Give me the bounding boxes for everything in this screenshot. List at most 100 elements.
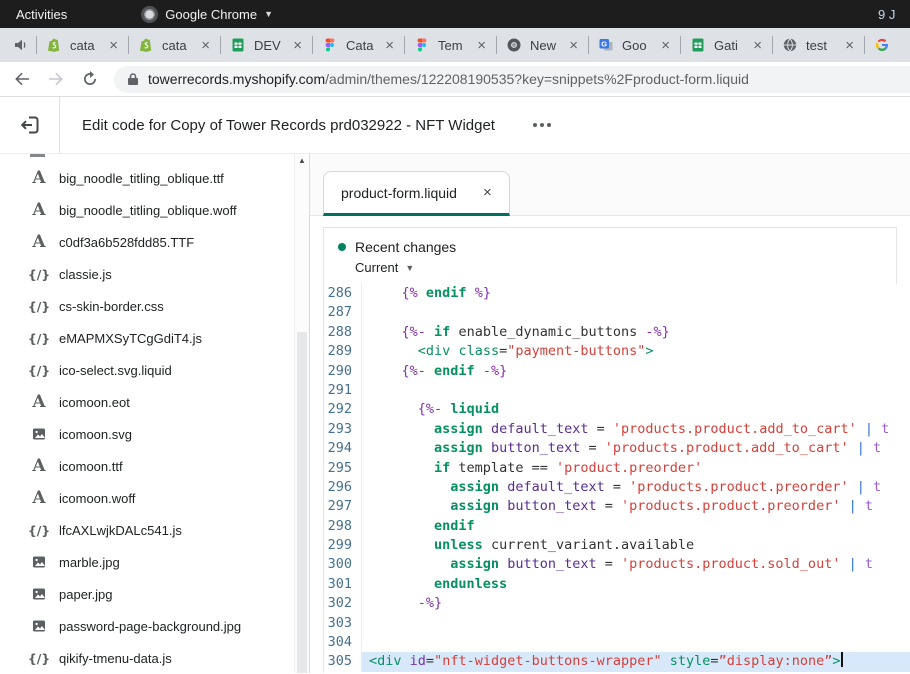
file-item[interactable]: Aicomoon.woff bbox=[0, 482, 309, 514]
tab-close-icon[interactable]: × bbox=[199, 38, 212, 53]
browser-tab[interactable]: Gati× bbox=[680, 28, 772, 62]
code-file-icon: {/} bbox=[28, 299, 50, 314]
browser-tab[interactable]: New× bbox=[496, 28, 588, 62]
code-text[interactable]: {%- if enable_dynamic_buttons -%} bbox=[362, 323, 910, 342]
code-line[interactable]: 290 {%- endif -%} bbox=[324, 362, 910, 381]
version-dropdown[interactable]: Current ▼ bbox=[338, 260, 896, 275]
tab-close-icon[interactable]: × bbox=[107, 38, 120, 53]
code-text[interactable]: assign button_text = 'products.product.s… bbox=[362, 555, 910, 574]
tab-close-icon[interactable]: × bbox=[483, 185, 492, 200]
code-text[interactable] bbox=[362, 633, 910, 652]
browser-tab[interactable]: GGoo× bbox=[588, 28, 680, 62]
code-line[interactable]: 289 <div class="payment-buttons"> bbox=[324, 342, 910, 361]
file-sidebar: Abig_noodle_titling_oblique.ttfAbig_nood… bbox=[0, 154, 310, 673]
file-item[interactable]: {/}qikify-tmenu-data.js bbox=[0, 642, 309, 673]
tab-close-icon[interactable]: × bbox=[567, 38, 580, 53]
code-line[interactable]: 293 assign default_text = 'products.prod… bbox=[324, 420, 910, 439]
code-line[interactable]: 302 -%} bbox=[324, 594, 910, 613]
browser-tab[interactable]: cata× bbox=[128, 28, 220, 62]
code-text[interactable]: -%} bbox=[362, 594, 910, 613]
back-button[interactable] bbox=[8, 65, 36, 93]
line-number: 292 bbox=[324, 400, 362, 419]
file-item[interactable]: {/}classie.js bbox=[0, 258, 309, 290]
tab-close-icon[interactable]: × bbox=[475, 38, 488, 53]
version-label: Current bbox=[355, 260, 398, 275]
activities-button[interactable]: Activities bbox=[16, 7, 67, 22]
file-item[interactable]: paper.jpg bbox=[0, 578, 309, 610]
code-text[interactable]: {% endif %} bbox=[362, 284, 910, 303]
code-line[interactable]: 299 unless current_variant.available bbox=[324, 536, 910, 555]
code-line[interactable]: 304 bbox=[324, 633, 910, 652]
browser-toolbar: towerrecords.myshopify.com/admin/themes/… bbox=[0, 62, 910, 97]
browser-tab[interactable]: cata× bbox=[36, 28, 128, 62]
lock-icon[interactable] bbox=[127, 72, 139, 86]
tab-close-icon[interactable]: × bbox=[751, 38, 764, 53]
code-text[interactable] bbox=[362, 614, 910, 633]
code-line[interactable]: 291 bbox=[324, 381, 910, 400]
browser-tab[interactable]: Tem× bbox=[404, 28, 496, 62]
code-line[interactable]: 295 if template == 'product.preorder' bbox=[324, 459, 910, 478]
browser-tab[interactable]: test× bbox=[772, 28, 864, 62]
code-text[interactable]: if template == 'product.preorder' bbox=[362, 459, 910, 478]
file-item[interactable]: Aicomoon.ttf bbox=[0, 450, 309, 482]
code-line[interactable]: 287 bbox=[324, 303, 910, 322]
file-item[interactable]: {/}cs-skin-border.css bbox=[0, 290, 309, 322]
code-line[interactable]: 300 assign button_text = 'products.produ… bbox=[324, 555, 910, 574]
file-item[interactable]: password-page-background.jpg bbox=[0, 610, 309, 642]
code-text[interactable]: {%- endif -%} bbox=[362, 362, 910, 381]
file-item[interactable]: Ac0df3a6b528fdd85.TTF bbox=[0, 226, 309, 258]
tab-close-icon[interactable]: × bbox=[383, 38, 396, 53]
file-item[interactable]: Abig_noodle_titling_oblique.woff bbox=[0, 194, 309, 226]
scroll-up-arrow-icon[interactable]: ▲ bbox=[295, 154, 309, 168]
app-menu[interactable]: Google Chrome ▼ bbox=[141, 6, 273, 23]
file-item[interactable]: {/}lfcAXLwjkDALc541.js bbox=[0, 514, 309, 546]
file-item[interactable]: Abig_noodle_titling_oblique.ttf bbox=[0, 162, 309, 194]
reload-button[interactable] bbox=[76, 65, 104, 93]
file-item[interactable]: {/}eMAPMXSyTCgGdiT4.js bbox=[0, 322, 309, 354]
address-bar[interactable]: towerrecords.myshopify.com/admin/themes/… bbox=[114, 66, 910, 93]
code-text[interactable]: endunless bbox=[362, 575, 910, 594]
speaker-icon[interactable] bbox=[12, 36, 30, 54]
editor-tab-product-form[interactable]: product-form.liquid × bbox=[323, 171, 510, 216]
sidebar-scrollbar[interactable]: ▲ bbox=[294, 154, 309, 673]
code-line[interactable]: 288 {%- if enable_dynamic_buttons -%} bbox=[324, 323, 910, 342]
code-line[interactable]: 296 assign default_text = 'products.prod… bbox=[324, 478, 910, 497]
code-text[interactable] bbox=[362, 381, 910, 400]
code-line[interactable]: 305<div id="nft-widget-buttons-wrapper" … bbox=[324, 652, 910, 671]
more-options-icon[interactable] bbox=[529, 117, 555, 133]
tab-close-icon[interactable]: × bbox=[659, 38, 672, 53]
scrollbar-thumb[interactable] bbox=[297, 332, 307, 673]
code-text[interactable]: assign button_text = 'products.product.p… bbox=[362, 497, 910, 516]
code-text[interactable]: endif bbox=[362, 517, 910, 536]
system-clock[interactable]: 9 J bbox=[878, 7, 910, 22]
code-line[interactable]: 294 assign button_text = 'products.produ… bbox=[324, 439, 910, 458]
file-item[interactable]: Aicomoon.eot bbox=[0, 386, 309, 418]
text-cursor bbox=[841, 652, 843, 667]
code-text[interactable] bbox=[362, 303, 910, 322]
code-text[interactable]: assign default_text = 'products.product.… bbox=[362, 420, 910, 439]
code-line[interactable]: 301 endunless bbox=[324, 575, 910, 594]
file-item[interactable]: marble.jpg bbox=[0, 546, 309, 578]
tab-close-icon[interactable]: × bbox=[843, 38, 856, 53]
file-item[interactable]: icomoon.svg bbox=[0, 418, 309, 450]
code-text[interactable]: assign button_text = 'products.product.a… bbox=[362, 439, 910, 458]
code-text[interactable]: <div class="payment-buttons"> bbox=[362, 342, 910, 361]
code-area[interactable]: 286 {% endif %}287288 {%- if enable_dyna… bbox=[323, 284, 910, 673]
code-line[interactable]: 292 {%- liquid bbox=[324, 400, 910, 419]
browser-tab[interactable]: DEV× bbox=[220, 28, 312, 62]
browser-tab[interactable] bbox=[864, 28, 910, 62]
code-line[interactable]: 298 endif bbox=[324, 517, 910, 536]
file-item[interactable]: {/}ico-select.svg.liquid bbox=[0, 354, 309, 386]
exit-code-editor-button[interactable] bbox=[0, 97, 60, 153]
code-text[interactable]: {%- liquid bbox=[362, 400, 910, 419]
code-line[interactable]: 286 {% endif %} bbox=[324, 284, 910, 303]
forward-button[interactable] bbox=[42, 65, 70, 93]
tab-close-icon[interactable]: × bbox=[291, 38, 304, 53]
code-line[interactable]: 303 bbox=[324, 614, 910, 633]
editor-tab-label: product-form.liquid bbox=[341, 185, 457, 201]
browser-tab[interactable]: Cata× bbox=[312, 28, 404, 62]
code-text[interactable]: <div id="nft-widget-buttons-wrapper" sty… bbox=[362, 652, 910, 671]
code-text[interactable]: assign default_text = 'products.product.… bbox=[362, 478, 910, 497]
code-line[interactable]: 297 assign button_text = 'products.produ… bbox=[324, 497, 910, 516]
code-text[interactable]: unless current_variant.available bbox=[362, 536, 910, 555]
